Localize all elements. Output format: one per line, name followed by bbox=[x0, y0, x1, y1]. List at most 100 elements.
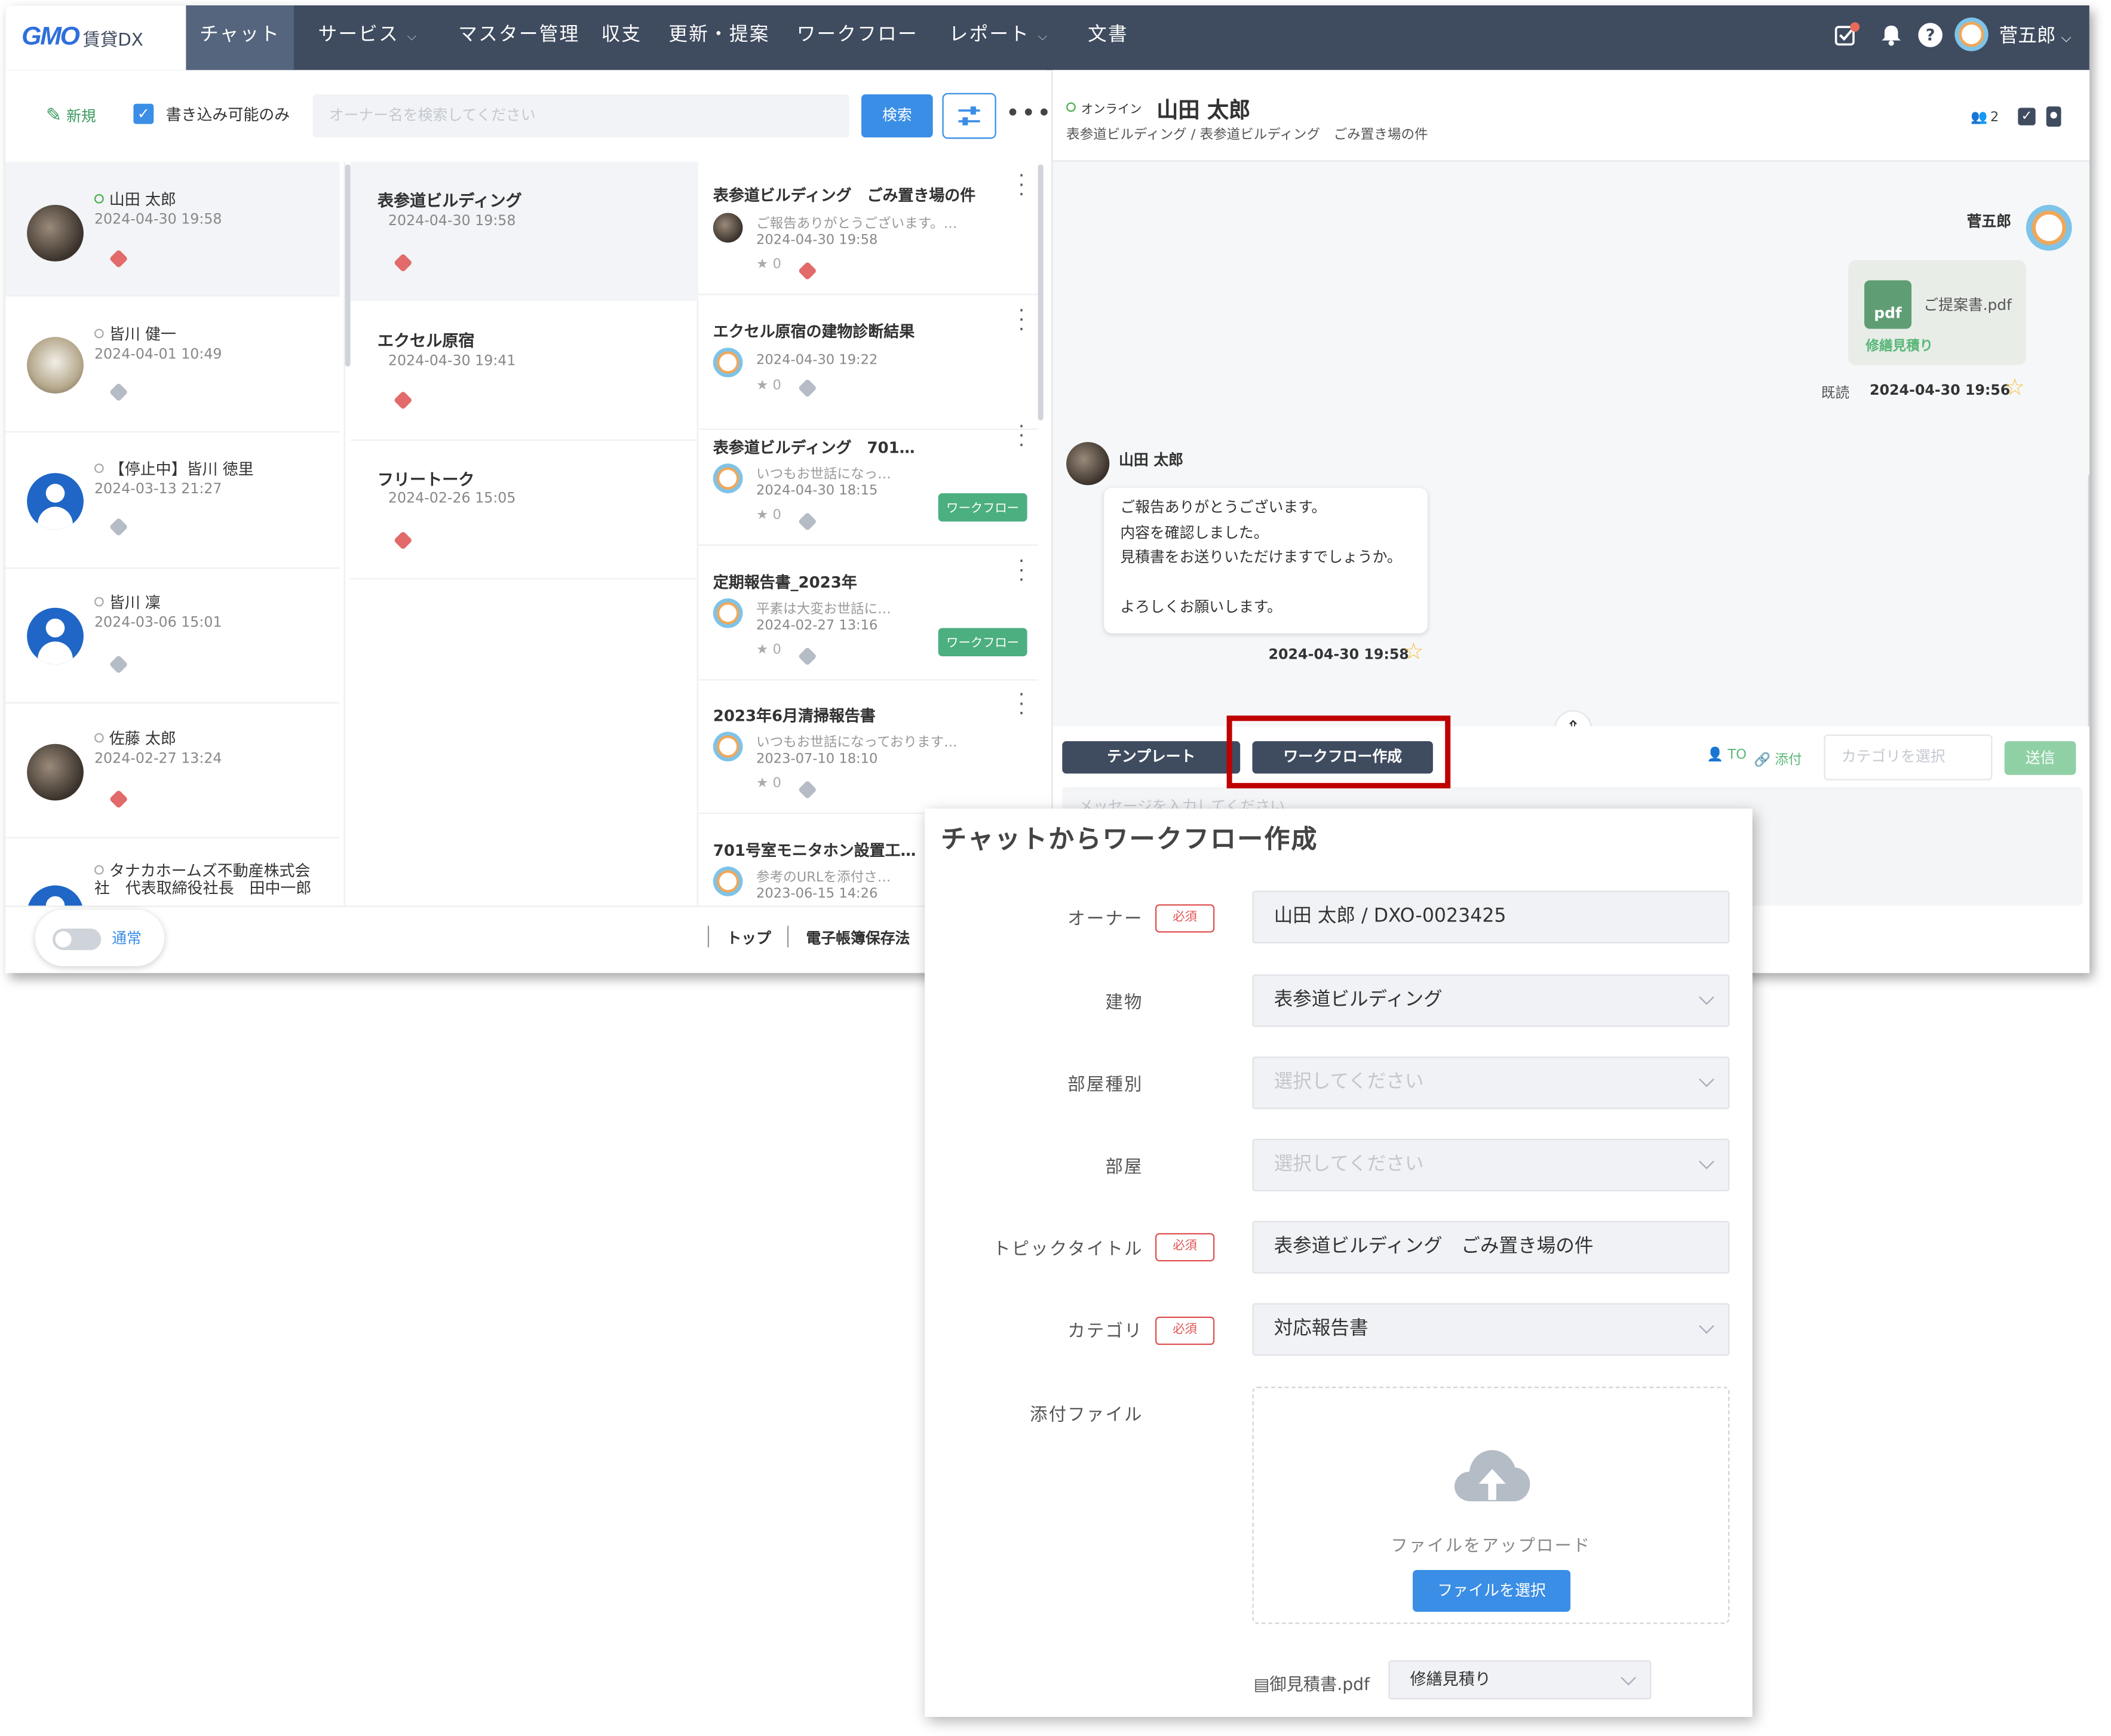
owner-list-item[interactable]: 山田 太郎 2024-04-30 19:58 bbox=[5, 161, 340, 297]
topic-title-input[interactable]: 表参道ビルディング ごみ置き場の件 bbox=[1252, 1221, 1730, 1274]
room-select[interactable]: 選択してください bbox=[1252, 1138, 1730, 1191]
nav-item-income[interactable]: 収支 bbox=[601, 5, 642, 70]
template-button[interactable]: テンプレート bbox=[1062, 741, 1241, 774]
building-label: 建物 bbox=[1105, 993, 1143, 1014]
attachment-name: ご提案書.pdf bbox=[1923, 296, 2012, 314]
tag-icon bbox=[797, 261, 817, 281]
tag-icon bbox=[797, 780, 817, 800]
owner-list-item[interactable]: 皆川 凜 2024-03-06 15:01 bbox=[5, 569, 340, 703]
writable-only-checkbox[interactable]: ✓ bbox=[133, 103, 154, 124]
kebab-menu-icon[interactable]: · · · bbox=[1018, 302, 1024, 340]
user-avatar[interactable] bbox=[1954, 17, 1989, 51]
topic-list-item[interactable]: 定期報告書_2023年 平素は大変お世話に… 2024-02-27 13:16 … bbox=[698, 547, 1038, 681]
mode-label: 通常 bbox=[112, 930, 142, 948]
more-icon[interactable]: ••• bbox=[1005, 100, 1053, 128]
avatar bbox=[27, 205, 84, 262]
nav-item-document[interactable]: 文書 bbox=[1088, 5, 1128, 70]
chevron-down-icon: ⌵ bbox=[407, 30, 418, 45]
chat-header: オンライン 山田 太郎 表参道ビルディング / 表参道ビルディング ごみ置き場の… bbox=[1053, 70, 2089, 162]
avatar bbox=[27, 473, 84, 530]
link-top[interactable]: トップ bbox=[726, 927, 771, 949]
chat-scrollbar[interactable] bbox=[2088, 474, 2089, 731]
bottom-bar: 通常 トップ 電子帳簿保存法 bbox=[5, 905, 1047, 973]
modal-title: チャットからワークフロー作成 bbox=[941, 825, 1318, 855]
nav-item-report[interactable]: レポート ⌵ bbox=[949, 5, 1049, 70]
topic-list-scrollbar[interactable] bbox=[1038, 164, 1044, 421]
user-menu[interactable]: 菅五郎 ⌵ bbox=[1999, 21, 2072, 48]
mode-toggle[interactable]: 通常 bbox=[35, 910, 165, 967]
workflow-badge[interactable]: ワークフロー bbox=[938, 628, 1027, 657]
document-icon[interactable] bbox=[2046, 106, 2061, 127]
chevron-down-icon bbox=[1699, 1154, 1714, 1170]
choose-file-button[interactable]: ファイルを選択 bbox=[1413, 1570, 1571, 1612]
avatar bbox=[27, 885, 84, 906]
required-badge: 必須 bbox=[1155, 1316, 1215, 1345]
room-type-select[interactable]: 選択してください bbox=[1252, 1056, 1730, 1110]
topic-list-item[interactable]: エクセル原宿の建物診断結果 2024-04-30 19:22 ★ 0 · · · bbox=[698, 296, 1038, 430]
members-count[interactable]: 👥 2 bbox=[1971, 110, 1999, 125]
toggle-switch[interactable] bbox=[53, 928, 102, 950]
building-list-item[interactable]: フリートーク 2024-02-26 15:05 bbox=[350, 441, 698, 580]
nav-item-workflow[interactable]: ワークフロー bbox=[797, 5, 918, 70]
topic-list-item[interactable]: 表参道ビルディング ごみ置き場の件 ご報告ありがとうございます。… 2024-0… bbox=[698, 162, 1038, 296]
highlight-box bbox=[1226, 715, 1451, 789]
owner-list-item[interactable]: 佐藤 太郎 2024-02-27 13:24 bbox=[5, 703, 340, 838]
new-chat-button[interactable]: ✎ 新規 bbox=[46, 105, 96, 127]
avatar bbox=[2026, 205, 2072, 251]
owner-list-item[interactable]: タナカホームズ不動産株式会社 代表取締役社長 田中一郎 bbox=[5, 840, 340, 906]
task-check-icon[interactable] bbox=[1833, 21, 1860, 48]
avatar bbox=[713, 348, 743, 377]
category-select[interactable]: 対応報告書 bbox=[1252, 1303, 1730, 1356]
file-dropzone[interactable]: ファイルをアップロード ファイルを選択 bbox=[1252, 1387, 1730, 1624]
tag-icon bbox=[797, 378, 817, 398]
kebab-menu-icon[interactable]: · · · bbox=[1018, 167, 1024, 205]
room-label: 部屋 bbox=[1105, 1157, 1143, 1178]
tag-icon bbox=[797, 512, 817, 531]
required-badge: 必須 bbox=[1155, 1233, 1215, 1262]
logo[interactable]: GMO 賃貸DX bbox=[5, 5, 186, 70]
star-icon[interactable]: ☆ bbox=[1403, 639, 1423, 666]
topic-list-item[interactable]: 表参道ビルディング 701… いつもお世話になっ… 2024-04-30 18:… bbox=[698, 413, 1038, 546]
message-bubble: ご報告ありがとうございます。 内容を確認しました。 見積書をお送りいただけますで… bbox=[1104, 487, 1428, 634]
link-e-book[interactable]: 電子帳簿保存法 bbox=[806, 927, 910, 949]
to-button[interactable]: 👤 TO bbox=[1707, 748, 1747, 763]
help-icon[interactable]: ? bbox=[1918, 23, 1943, 47]
star-icon[interactable]: ☆ bbox=[2005, 374, 2025, 401]
owner-search-input[interactable]: オーナー名を検索してください bbox=[312, 94, 849, 138]
search-button[interactable]: 検索 bbox=[861, 94, 933, 138]
task-check-icon[interactable]: ✓ bbox=[2018, 107, 2036, 125]
nav-item-chat[interactable]: チャット bbox=[186, 5, 294, 70]
sender-name: 菅五郎 bbox=[1966, 213, 2011, 231]
nav-item-master[interactable]: マスター管理 bbox=[458, 5, 579, 70]
building-select[interactable]: 表参道ビルディング bbox=[1252, 974, 1730, 1027]
tag-icon bbox=[393, 253, 413, 273]
writable-only-label: 書き込み可能のみ bbox=[165, 105, 290, 124]
kebab-menu-icon[interactable]: · · · bbox=[1018, 552, 1024, 590]
attachment-card[interactable]: pdf ご提案書.pdf 修繕見積り bbox=[1848, 260, 2026, 365]
workflow-badge[interactable]: ワークフロー bbox=[938, 493, 1027, 522]
file-category-select[interactable]: 修繕見積り bbox=[1388, 1660, 1652, 1700]
person-icon: 👤 bbox=[1706, 748, 1724, 763]
building-list: 表参道ビルディング 2024-04-30 19:58 エクセル原宿 2024-0… bbox=[350, 161, 698, 906]
building-list-item[interactable]: 表参道ビルディング 2024-04-30 19:58 bbox=[350, 161, 698, 301]
kebab-menu-icon[interactable]: · · · bbox=[1018, 686, 1024, 724]
avatar bbox=[713, 598, 743, 628]
nav-item-renewal[interactable]: 更新・提案 bbox=[668, 5, 769, 70]
owner-field[interactable]: 山田 太郎 / DXO-0023425 bbox=[1252, 890, 1730, 944]
owner-list-item[interactable]: 【停止中】皆川 徳里 2024-03-13 21:27 bbox=[5, 434, 340, 569]
owner-list-scrollbar[interactable] bbox=[345, 164, 351, 367]
paperclip-icon: 🔗 bbox=[1753, 753, 1771, 769]
topic-list-item[interactable]: 2023年6月清掃報告書 いつもお世話になっております… 2023-07-10 … bbox=[698, 681, 1038, 815]
nav-item-service[interactable]: サービス ⌵ bbox=[318, 5, 418, 70]
owner-list-item[interactable]: 皆川 健一 2024-04-01 10:49 bbox=[5, 298, 340, 433]
chevron-down-icon bbox=[1699, 1071, 1714, 1087]
category-select[interactable]: カテゴリを選択 bbox=[1824, 734, 1993, 781]
bell-icon[interactable] bbox=[1879, 23, 1904, 47]
avatar bbox=[27, 607, 84, 665]
edit-icon: ✎ bbox=[45, 105, 62, 127]
send-button[interactable]: 送信 bbox=[2004, 741, 2076, 775]
attach-button[interactable]: 🔗 添付 bbox=[1754, 748, 1802, 768]
kebab-menu-icon[interactable]: · · · bbox=[1018, 418, 1024, 456]
building-list-item[interactable]: エクセル原宿 2024-04-30 19:41 bbox=[350, 302, 698, 441]
filter-settings-button[interactable] bbox=[942, 93, 996, 139]
